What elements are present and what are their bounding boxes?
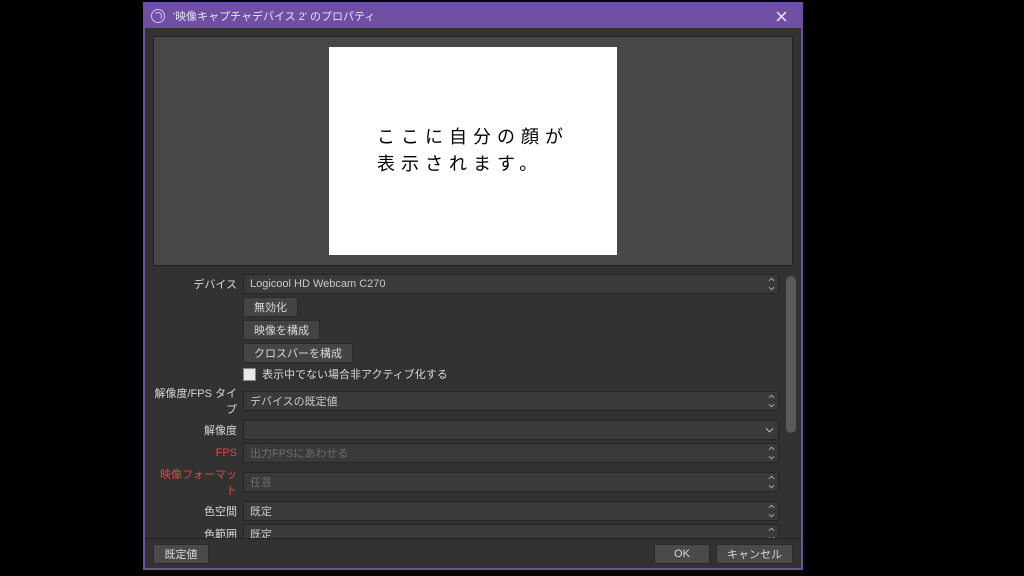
res-fps-type-spinner-icon[interactable] bbox=[765, 392, 778, 410]
res-fps-type-value: デバイスの既定値 bbox=[250, 393, 338, 409]
form-area: デバイス Logicool HD Webcam C270 無効化 映像を構成 ク… bbox=[145, 268, 801, 538]
cancel-button[interactable]: キャンセル bbox=[716, 544, 793, 564]
resolution-select[interactable] bbox=[243, 420, 779, 440]
close-icon[interactable] bbox=[767, 4, 795, 28]
video-format-select[interactable]: 任意 bbox=[243, 472, 779, 492]
video-format-value: 任意 bbox=[250, 474, 272, 490]
color-range-value: 既定 bbox=[250, 526, 272, 538]
window-title: '映像キャプチャデバイス 2' のプロパティ bbox=[173, 8, 767, 24]
fps-select[interactable]: 出力FPSにあわせる bbox=[243, 443, 779, 463]
ok-button[interactable]: OK bbox=[654, 544, 710, 564]
disable-button[interactable]: 無効化 bbox=[243, 297, 298, 317]
configure-video-button[interactable]: 映像を構成 bbox=[243, 320, 320, 340]
resolution-label: 解像度 bbox=[151, 422, 243, 438]
device-select-value: Logicool HD Webcam C270 bbox=[250, 278, 386, 290]
obs-app-icon bbox=[151, 9, 165, 23]
res-fps-type-label: 解像度/FPS タイプ bbox=[151, 385, 243, 417]
color-space-spinner-icon[interactable] bbox=[765, 502, 778, 520]
chevron-down-icon bbox=[765, 424, 774, 436]
color-space-select[interactable]: 既定 bbox=[243, 501, 779, 521]
scrollbar[interactable] bbox=[785, 276, 797, 530]
properties-dialog: '映像キャプチャデバイス 2' のプロパティ ここに自分の顔が 表示されます。 … bbox=[143, 2, 803, 570]
video-format-label: 映像フォーマット bbox=[151, 466, 243, 498]
color-range-spinner-icon[interactable] bbox=[765, 525, 778, 538]
video-preview: ここに自分の顔が 表示されます。 bbox=[153, 36, 793, 266]
fps-spinner-icon[interactable] bbox=[765, 444, 778, 462]
defaults-button[interactable]: 既定値 bbox=[153, 544, 209, 564]
device-select-spinner-icon[interactable] bbox=[765, 275, 778, 293]
configure-crossbar-button[interactable]: クロスバーを構成 bbox=[243, 343, 353, 363]
titlebar[interactable]: '映像キャプチャデバイス 2' のプロパティ bbox=[145, 4, 801, 28]
res-fps-type-select[interactable]: デバイスの既定値 bbox=[243, 391, 779, 411]
color-range-label: 色範囲 bbox=[151, 526, 243, 538]
preview-area: ここに自分の顔が 表示されます。 bbox=[145, 28, 801, 268]
button-bar: 既定値 OK キャンセル bbox=[145, 538, 801, 568]
video-format-spinner-icon[interactable] bbox=[765, 473, 778, 491]
fps-value: 出力FPSにあわせる bbox=[250, 445, 348, 461]
dialog-client: ここに自分の顔が 表示されます。 デバイス Logicool HD Webcam… bbox=[145, 28, 801, 568]
color-space-value: 既定 bbox=[250, 503, 272, 519]
scrollbar-thumb[interactable] bbox=[786, 276, 796, 433]
deactivate-when-hidden-label: 表示中でない場合非アクティブ化する bbox=[262, 366, 448, 382]
color-range-select[interactable]: 既定 bbox=[243, 524, 779, 538]
deactivate-when-hidden-checkbox[interactable] bbox=[243, 368, 256, 381]
device-select[interactable]: Logicool HD Webcam C270 bbox=[243, 274, 779, 294]
fps-label: FPS bbox=[151, 447, 243, 459]
color-space-label: 色空間 bbox=[151, 503, 243, 519]
preview-placeholder: ここに自分の顔が 表示されます。 bbox=[329, 47, 617, 255]
device-label: デバイス bbox=[151, 276, 243, 292]
